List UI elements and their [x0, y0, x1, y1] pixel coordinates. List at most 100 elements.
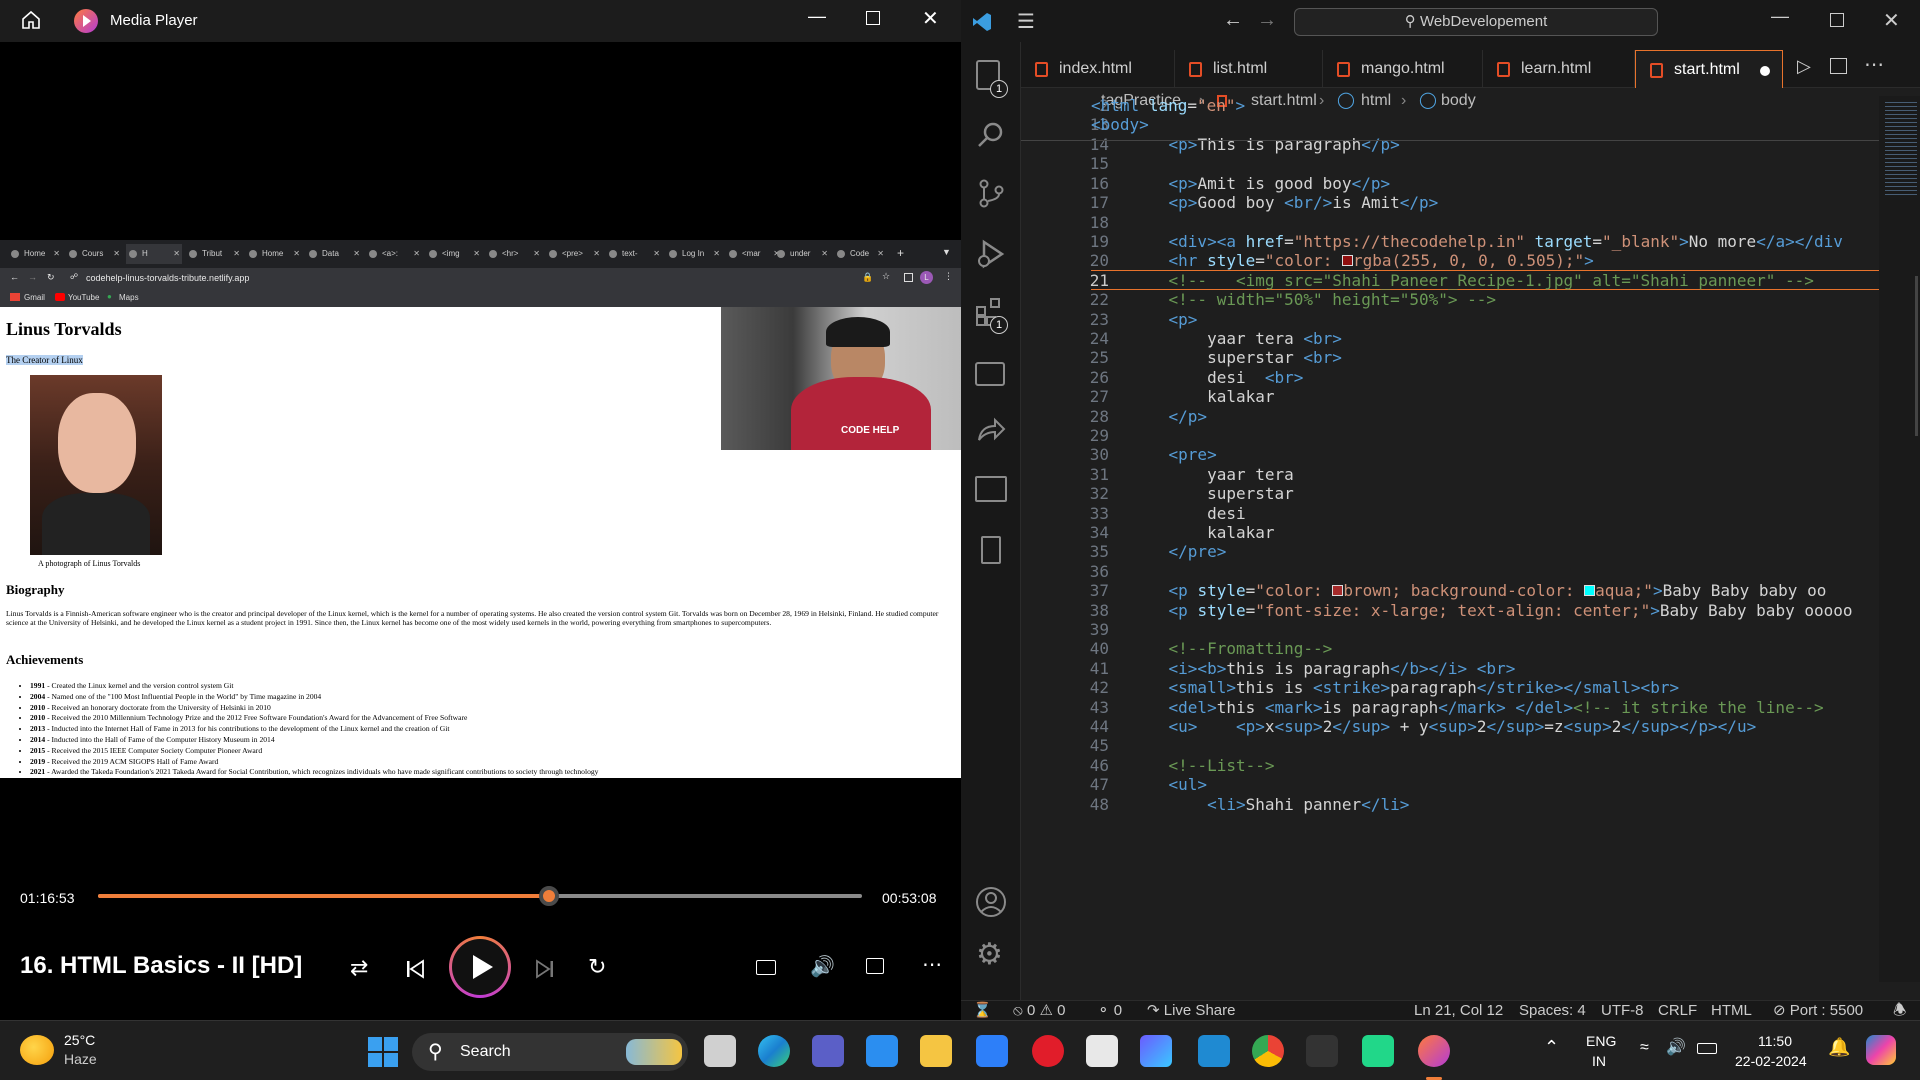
clock-time[interactable]: 11:50 — [1758, 1033, 1792, 1049]
hamburger-menu-icon[interactable]: ☰ — [1017, 9, 1035, 34]
pycharm-icon[interactable] — [1362, 1035, 1394, 1067]
copilot-pre-icon[interactable] — [1866, 1035, 1896, 1065]
file-explorer-icon[interactable] — [920, 1035, 952, 1067]
code-line[interactable]: </p> — [1130, 407, 1208, 426]
code-line[interactable]: <p>This is paragraph</p> — [1130, 135, 1400, 154]
battery-icon[interactable] — [1697, 1043, 1717, 1054]
ports-indicator[interactable]: ⚬ 0 — [1097, 1001, 1122, 1020]
notepad-icon[interactable] — [1086, 1035, 1118, 1067]
browser-tab[interactable]: Code ✕ — [834, 244, 886, 264]
sidepanel-icon[interactable] — [904, 273, 913, 282]
close-icon[interactable]: ✕ — [922, 6, 939, 31]
code-line[interactable]: superstar — [1130, 484, 1294, 503]
live-server-port[interactable]: ⊘ Port : 5500 — [1773, 1001, 1863, 1020]
chrome-icon[interactable] — [1252, 1035, 1284, 1067]
bookmark-maps[interactable]: Maps — [119, 293, 139, 302]
clock-date[interactable]: 22-02-2024 — [1735, 1053, 1807, 1069]
nav-back-icon[interactable]: ← — [1223, 9, 1243, 32]
code-line[interactable]: <p style="font-size: x-large; text-align… — [1130, 601, 1853, 620]
tab-mango-html[interactable]: mango.html — [1323, 50, 1483, 88]
seek-thumb[interactable] — [538, 886, 559, 906]
remote-explorer-icon[interactable] — [975, 362, 1005, 386]
mail-icon[interactable] — [866, 1035, 898, 1067]
windows-start-icon[interactable] — [368, 1037, 398, 1067]
code-line[interactable]: <i><b>this is paragraph</b></i> <br> — [1130, 659, 1516, 678]
shuffle-icon[interactable]: ⇄ — [350, 955, 368, 981]
tab-close-icon[interactable]: ✕ — [173, 244, 180, 264]
code-line[interactable]: desi — [1130, 504, 1246, 523]
tab-close-icon[interactable]: ✕ — [877, 244, 884, 264]
browser-tab[interactable]: Log In ✕ — [666, 244, 722, 264]
code-line[interactable]: <small>this is <strike>paragraph</strike… — [1130, 678, 1680, 697]
more-options-icon[interactable]: ⋯ — [922, 952, 942, 977]
tab-learn-html[interactable]: learn.html — [1483, 50, 1635, 88]
more-actions-icon[interactable]: ⋯ — [1864, 52, 1884, 77]
code-line[interactable]: <li>Shahi panner</li> — [1130, 795, 1409, 814]
tab-index-html[interactable]: index.html — [1021, 50, 1175, 88]
url-field[interactable]: codehelp-linus-torvalds-tribute.netlify.… — [86, 273, 249, 283]
code-line[interactable]: <p>Good boy <br/>is Amit</p> — [1130, 193, 1439, 212]
tab-close-icon[interactable]: ✕ — [473, 244, 480, 264]
edge-browser-icon[interactable] — [758, 1035, 790, 1067]
browser-tab-active[interactable]: H ✕ — [126, 244, 182, 264]
code-line[interactable]: <pre> — [1130, 445, 1217, 464]
code-line[interactable]: </pre> — [1130, 542, 1227, 561]
maximize-icon[interactable] — [1830, 13, 1844, 27]
settings-gear-icon[interactable]: ⚙ — [976, 940, 1003, 970]
bookmark-youtube[interactable]: YouTube — [68, 293, 99, 302]
remote-indicator-icon[interactable]: ⌛ — [973, 1001, 992, 1020]
search-icon[interactable] — [976, 120, 1006, 150]
close-icon[interactable]: ✕ — [1883, 8, 1900, 33]
wifi-icon[interactable]: ≈ — [1640, 1039, 1649, 1057]
browser-tab[interactable]: <a>: ✕ — [366, 244, 422, 264]
run-play-icon[interactable]: ▷ — [1797, 56, 1811, 77]
end-of-line[interactable]: CRLF — [1658, 1001, 1697, 1020]
minimap[interactable] — [1879, 96, 1920, 982]
breadcrumb-html[interactable]: html — [1361, 88, 1391, 114]
code-line[interactable]: <hr style="color: rgba(255, 0, 0, 0.505)… — [1130, 251, 1594, 270]
code-line[interactable]: <!-- <img src="Shahi_Paneer_Recipe-1.jpg… — [1130, 271, 1814, 290]
live-share-button[interactable]: ↷ Live Share — [1147, 1001, 1235, 1020]
bookmark-gmail[interactable]: Gmail — [24, 293, 45, 302]
reload-icon[interactable]: ↻ — [47, 272, 55, 283]
tab-list-chevron-icon[interactable]: ▼ — [942, 247, 951, 257]
command-center-search[interactable]: ⚲ WebDevelopement — [1294, 8, 1658, 36]
weather-haze-icon[interactable] — [20, 1035, 54, 1065]
code-editor[interactable]: 2 <html lang="en"> 13 <body> 14 <p>This is p… — [1021, 96, 1920, 1000]
back-arrow-icon[interactable]: ← — [10, 272, 19, 282]
taskbar-search-box[interactable]: ⚲ Search — [412, 1033, 688, 1071]
split-editor-icon[interactable] — [1830, 58, 1847, 74]
bookmark-star-icon[interactable]: ☆ — [882, 271, 890, 282]
code-line[interactable]: desi <br> — [1130, 368, 1303, 387]
app-bolt-icon[interactable] — [1306, 1035, 1338, 1067]
tab-close-icon[interactable]: ✕ — [113, 244, 120, 264]
indentation[interactable]: Spaces: 4 — [1519, 1001, 1586, 1020]
minimize-icon[interactable]: — — [808, 6, 826, 27]
copilot-icon[interactable] — [1140, 1035, 1172, 1067]
accounts-icon[interactable] — [975, 886, 1007, 918]
miniplayer-icon[interactable] — [866, 958, 884, 974]
volume-icon[interactable]: 🔊 — [810, 954, 835, 979]
device-icon[interactable] — [981, 536, 1001, 564]
language-mode[interactable]: HTML — [1711, 1001, 1752, 1020]
tab-close-icon[interactable]: ✕ — [233, 244, 240, 264]
tab-close-icon[interactable]: ✕ — [593, 244, 600, 264]
maximize-icon[interactable] — [866, 11, 880, 25]
nav-forward-icon[interactable]: → — [1257, 9, 1277, 32]
task-view-icon[interactable] — [704, 1035, 736, 1067]
scrollbar-thumb[interactable] — [1915, 276, 1918, 436]
code-line[interactable]: <!-- width="50%" height="50%"> --> — [1130, 290, 1497, 309]
browser-tab[interactable]: <pre> ✕ — [546, 244, 602, 264]
next-icon[interactable] — [534, 958, 556, 980]
previous-icon[interactable] — [404, 958, 426, 980]
code-line[interactable]: <del>this <mark>is paragraph</mark> </de… — [1130, 698, 1824, 717]
code-line[interactable]: <u> <p>x<sup>2</sup> + y<sup>2</sup>=z<s… — [1130, 717, 1757, 736]
code-line[interactable]: <html lang="en"> — [1091, 96, 1245, 115]
dropbox-icon[interactable] — [976, 1035, 1008, 1067]
captions-icon[interactable] — [756, 960, 776, 975]
run-debug-icon[interactable] — [975, 238, 1007, 270]
tab-close-icon[interactable]: ✕ — [533, 244, 540, 264]
code-line[interactable]: <p style="color: brown; background-color… — [1130, 581, 1827, 600]
opera-icon[interactable] — [1032, 1035, 1064, 1067]
tab-close-icon[interactable]: ✕ — [353, 244, 360, 264]
